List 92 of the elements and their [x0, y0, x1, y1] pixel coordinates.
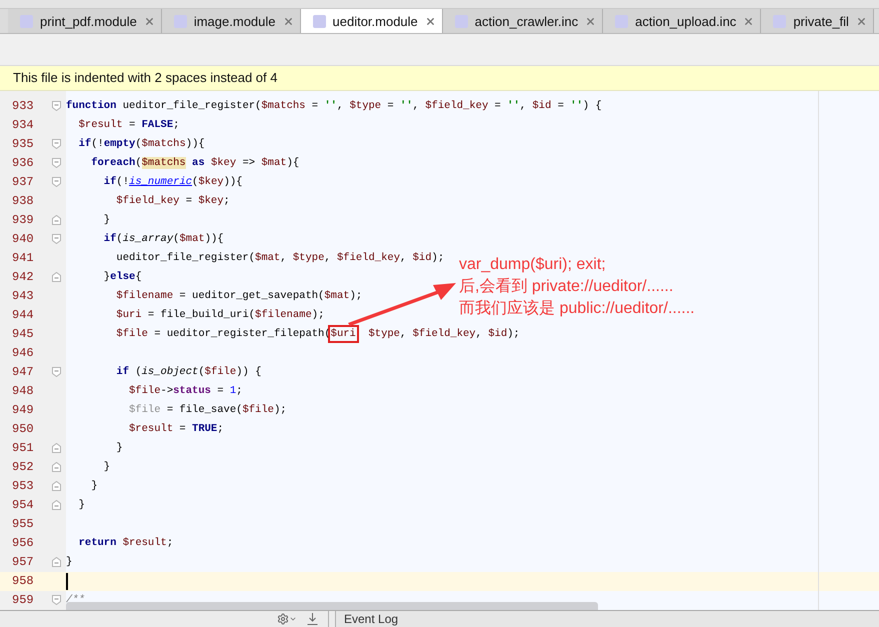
- code-line: return $result;: [78, 536, 174, 552]
- line-number: 949: [11, 403, 35, 418]
- code-line: if (is_object($file)) {: [115, 365, 262, 380]
- fold-marker-icon[interactable]: [52, 215, 60, 226]
- code-line: }: [102, 213, 110, 228]
- code-line: }: [78, 498, 85, 514]
- code-line: }: [90, 479, 98, 494]
- close-icon[interactable]: [743, 16, 754, 27]
- code-line: function ueditor_file_register($matchs = '', $type = '', $field_key = '', $id = '') {: [66, 99, 602, 114]
- line-number: 954: [11, 498, 35, 512]
- line-number: 940: [11, 232, 35, 246]
- fold-marker-icon[interactable]: [52, 595, 60, 606]
- file-tab[interactable]: print_pdf.module: [8, 8, 162, 34]
- line-number: 946: [11, 346, 35, 360]
- file-tab[interactable]: private_fil: [761, 8, 874, 34]
- close-icon[interactable]: [424, 16, 436, 27]
- scrollbar-thumb[interactable]: [66, 602, 598, 610]
- code-line: $file->status = 1;: [128, 384, 242, 400]
- fold-marker-icon[interactable]: [52, 462, 60, 472]
- code-line: $filename = ueditor_get_savepath($mat);: [115, 289, 362, 304]
- file-tab[interactable]: action_upload.inc: [603, 8, 762, 34]
- fold-marker-icon[interactable]: [52, 101, 60, 112]
- close-icon[interactable]: [585, 16, 596, 27]
- line-number: 934: [11, 118, 35, 132]
- notification-banner: This file is indented with 2 spaces instead of 4: [0, 66, 879, 91]
- code-line: $result = FALSE;: [78, 118, 180, 134]
- line-number: 948: [11, 384, 35, 398]
- code-line: }: [115, 441, 123, 456]
- close-icon[interactable]: [856, 16, 867, 27]
- code-line: $result = TRUE;: [128, 422, 224, 438]
- line-number: 939: [11, 213, 35, 228]
- line-number: 937: [11, 175, 35, 190]
- line-number: 947: [11, 365, 35, 380]
- code-line: $file = ueditor_register_filepath($uri $type, $field_key, $id);: [66, 324, 520, 344]
- code-line: $uri = file_build_uri($filename);: [115, 308, 324, 324]
- php-file-icon: [312, 14, 326, 28]
- line-number: 942: [11, 270, 35, 284]
- fold-marker-icon[interactable]: [52, 234, 60, 244]
- line-number: 952: [11, 460, 35, 474]
- line-number: 951: [11, 441, 35, 456]
- code-line: }: [66, 555, 72, 570]
- line-number: 938: [11, 194, 35, 208]
- fold-marker-icon[interactable]: [52, 557, 60, 568]
- code-line: $field_key = $key;: [115, 194, 230, 210]
- php-file-icon: [20, 14, 33, 28]
- php-file-icon: [615, 14, 628, 28]
- text-cursor: [66, 572, 68, 590]
- line-number: 956: [11, 536, 35, 550]
- file-tab[interactable]: ueditor.module: [300, 8, 443, 34]
- fold-marker-icon[interactable]: [52, 481, 60, 492]
- event-log-tab[interactable]: Event Log: [335, 610, 879, 627]
- line-number: 955: [11, 517, 35, 532]
- close-icon[interactable]: [282, 16, 294, 27]
- fold-marker-icon[interactable]: [52, 500, 60, 510]
- line-number: 935: [11, 137, 35, 152]
- annotation-text: 而我们应该是 public://ueditor/......: [459, 299, 695, 318]
- fold-marker-icon[interactable]: [52, 177, 60, 188]
- php-file-icon: [773, 14, 786, 28]
- code-line: foreach($matchs as $key => $mat){: [90, 156, 300, 172]
- code-line: $file = file_save($file);: [128, 403, 287, 418]
- fold-marker-icon[interactable]: [52, 443, 60, 454]
- line-number: 953: [11, 479, 35, 494]
- code-line: if(is_array($mat)){: [102, 232, 224, 248]
- line-number: 936: [11, 156, 35, 170]
- file-tab[interactable]: action_crawler.inc: [442, 8, 604, 34]
- close-icon[interactable]: [144, 16, 155, 27]
- line-number: 944: [11, 308, 35, 322]
- fold-marker-icon[interactable]: [52, 139, 60, 150]
- line-number: 959: [11, 593, 35, 608]
- php-file-icon: [174, 14, 187, 28]
- file-tab[interactable]: image.module: [162, 8, 300, 34]
- fold-marker-icon[interactable]: [52, 272, 60, 282]
- line-number: 933: [11, 99, 35, 114]
- php-file-icon: [454, 14, 468, 28]
- line-number: 950: [11, 422, 35, 436]
- code-line: }else{: [102, 270, 142, 286]
- code-line: }: [102, 460, 110, 476]
- annotation-text: var_dump($uri); exit;: [459, 255, 607, 274]
- line-number: 941: [11, 251, 35, 266]
- download-icon[interactable]: [307, 612, 318, 625]
- settings-icon[interactable]: [277, 612, 297, 625]
- code-line: /**: [66, 593, 85, 608]
- fold-marker-icon[interactable]: [52, 158, 60, 168]
- code-line: if(!empty($matchs)){: [78, 137, 205, 152]
- line-number: 957: [11, 555, 35, 570]
- annotation-text: 后,会看到 private://ueditor/......: [459, 277, 674, 296]
- code-line: ueditor_file_register($mat, $type, $field_key, $id);: [115, 251, 444, 266]
- code-line: if(!is_numeric($key)){: [102, 175, 242, 190]
- fold-marker-icon[interactable]: [52, 367, 60, 378]
- line-number: 945: [11, 327, 35, 342]
- line-number: 943: [11, 289, 35, 304]
- line-number: 958: [11, 574, 35, 588]
